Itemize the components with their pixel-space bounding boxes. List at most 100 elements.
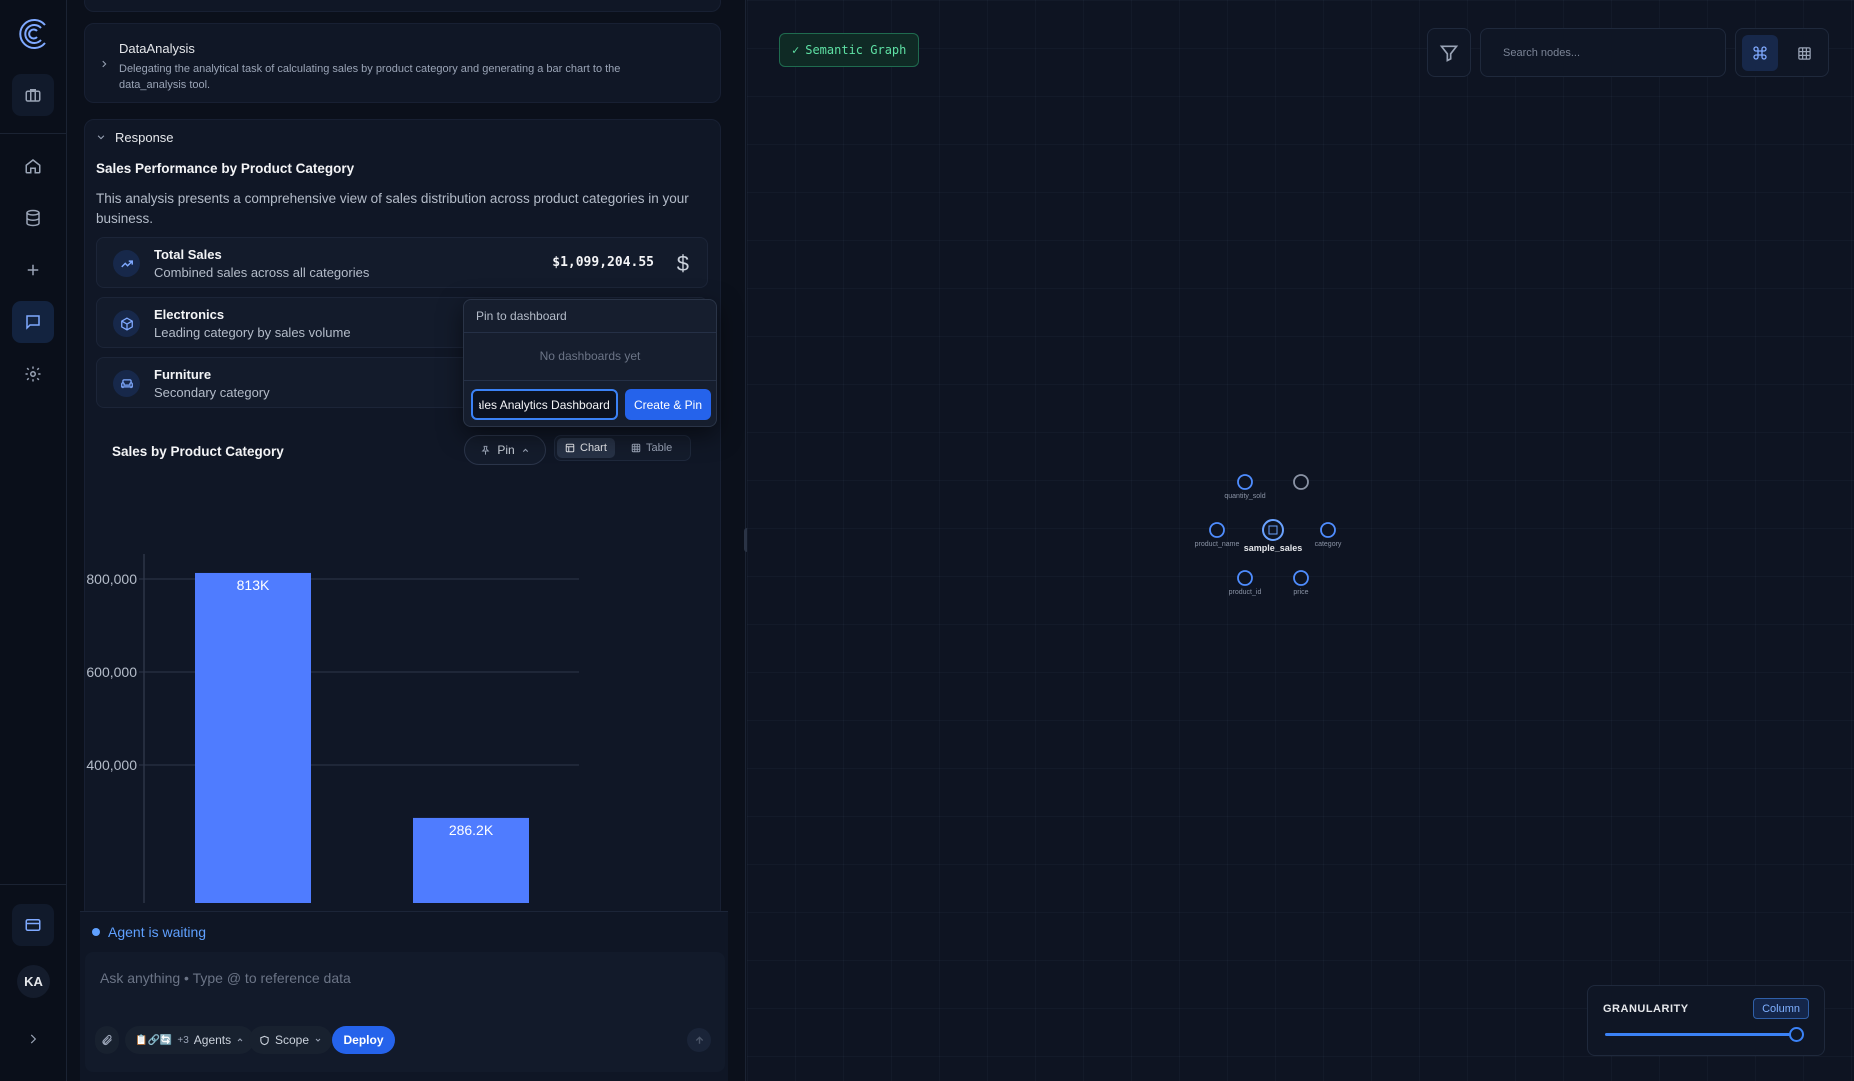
agents-icons: 📋🔗🔄 — [135, 1034, 173, 1046]
semantic-graph-canvas[interactable]: ✓ Semantic Graph quantity_sold product_n… — [747, 0, 1854, 1081]
scope-selector[interactable]: Scope — [249, 1026, 333, 1054]
tab-chart[interactable]: Chart — [557, 438, 615, 458]
agents-selector[interactable]: 📋🔗🔄 +3 Agents — [125, 1026, 255, 1054]
granularity-control: GRANULARITY Column — [1587, 985, 1825, 1056]
bar-chart: 800,000 600,000 400,000 813K 286.2K — [86, 554, 579, 903]
node-label: category — [1314, 541, 1342, 548]
bar-electronics — [195, 572, 311, 903]
response-intro: This analysis presents a comprehensive v… — [96, 191, 689, 226]
prompt-box[interactable]: Ask anything • Type @ to reference data … — [85, 952, 725, 1072]
step-description: Delegating the analytical task of calcul… — [119, 63, 621, 91]
graph-node-column[interactable] — [1209, 522, 1225, 538]
graph-node-column[interactable] — [1293, 474, 1309, 490]
node-label: product_id — [1228, 589, 1262, 596]
graph-node-table[interactable] — [1262, 519, 1284, 541]
attach-button[interactable] — [95, 1026, 119, 1054]
graph-node-column[interactable] — [1237, 474, 1253, 490]
metric-subtitle: Combined sales across all categories — [154, 265, 370, 280]
sidebar-item-database[interactable] — [12, 197, 54, 239]
pin-icon — [481, 445, 490, 455]
node-label: price — [1293, 589, 1309, 596]
agents-extra-count: +3 — [177, 1034, 189, 1046]
gear-icon — [25, 366, 41, 382]
chart-title: Sales by Product Category — [112, 444, 284, 459]
node-label: product_name — [1194, 541, 1240, 548]
briefcase-icon — [25, 89, 41, 102]
metric-title: Electronics — [154, 307, 225, 322]
step-title: DataAnalysis — [119, 41, 195, 56]
scope-label: Scope — [275, 1033, 310, 1047]
graph-node-column[interactable] — [1293, 570, 1309, 586]
metric-subtitle: Leading category by sales volume — [154, 325, 351, 340]
sofa-icon — [113, 370, 140, 397]
y-tick-label: 800,000 — [86, 571, 137, 587]
paperclip-icon — [102, 1034, 112, 1046]
response-header[interactable]: Response — [115, 130, 174, 145]
pin-popover: Pin to dashboard No dashboards yet Creat… — [463, 299, 717, 427]
graph-node-column[interactable] — [1237, 570, 1253, 586]
sidebar-item-settings[interactable] — [12, 353, 54, 395]
bar-data-label: 813K — [237, 577, 270, 593]
granularity-slider-track[interactable] — [1605, 1033, 1795, 1036]
sidebar-item-briefcase[interactable] — [12, 74, 54, 116]
sidebar-divider — [0, 133, 67, 134]
sidebar-item-new[interactable] — [12, 249, 54, 291]
chevron-down-icon[interactable] — [96, 132, 106, 142]
chevron-up-icon — [237, 1038, 243, 1042]
dollar-icon: $ — [676, 251, 689, 276]
node-label: quantity_sold — [1224, 493, 1266, 500]
c-spiral-logo[interactable] — [11, 12, 55, 56]
sidebar-item-home[interactable] — [12, 145, 54, 187]
agents-label: Agents — [193, 1033, 232, 1047]
graph-nodes — [1209, 474, 1336, 586]
popover-divider — [464, 332, 716, 333]
agent-status: Agent is waiting — [92, 924, 206, 940]
sidebar-item-billing[interactable] — [12, 904, 54, 946]
home-icon — [25, 159, 41, 174]
popover-empty-state: No dashboards yet — [539, 349, 641, 363]
previous-step-card — [84, 0, 721, 12]
metric-value: $1,099,204.55 — [552, 255, 654, 270]
status-dot — [92, 928, 100, 936]
plus-icon — [27, 264, 39, 276]
popover-divider — [464, 380, 716, 381]
send-button[interactable] — [687, 1028, 711, 1052]
graph-node-column[interactable] — [1320, 522, 1336, 538]
chevron-up-icon — [522, 448, 528, 452]
pin-label: Pin — [497, 443, 515, 457]
composer: Agent is waiting Ask anything • Type @ t… — [80, 911, 728, 1081]
popover-title: Pin to dashboard — [476, 309, 567, 323]
dashboard-name-input[interactable] — [471, 389, 618, 420]
metric-subtitle: Secondary category — [154, 385, 270, 400]
sidebar-item-chat[interactable] — [12, 301, 54, 343]
create-and-pin-button[interactable]: Create & Pin — [625, 389, 711, 420]
y-tick-label: 400,000 — [86, 757, 137, 773]
pin-button[interactable]: Pin — [464, 435, 546, 465]
chat-panel: DataAnalysis Delegating the analytical t… — [67, 0, 746, 1081]
response-title: Sales Performance by Product Category — [96, 161, 355, 176]
prompt-input[interactable]: Ask anything • Type @ to reference data — [100, 970, 351, 986]
granularity-slider-handle[interactable] — [1789, 1027, 1804, 1042]
view-toggle: Chart Table — [554, 435, 691, 461]
node-label-main: sample_sales — [1243, 543, 1303, 553]
chevron-right-icon[interactable] — [99, 59, 109, 69]
chevron-down-icon — [315, 1038, 321, 1042]
database-icon — [26, 209, 40, 227]
sidebar-divider — [0, 884, 67, 885]
chevron-right-icon — [30, 1034, 37, 1044]
trending-up-icon — [113, 250, 140, 277]
agent-status-text: Agent is waiting — [108, 924, 207, 940]
app-window: KA DataAnalysis Delegating the analytica… — [0, 0, 1854, 1081]
tab-table[interactable]: Table — [623, 438, 680, 458]
granularity-label: GRANULARITY — [1603, 1003, 1689, 1015]
metric-title: Furniture — [154, 367, 212, 382]
metric-title: Total Sales — [154, 247, 222, 262]
deploy-button[interactable]: Deploy — [332, 1026, 395, 1054]
y-tick-label: 600,000 — [86, 664, 137, 680]
sidebar: KA — [0, 0, 67, 1081]
granularity-value: Column — [1753, 998, 1809, 1019]
expand-sidebar-button[interactable] — [12, 1018, 54, 1060]
arrow-up-icon — [695, 1035, 703, 1044]
credit-card-icon — [25, 919, 41, 931]
avatar[interactable]: KA — [17, 965, 50, 998]
